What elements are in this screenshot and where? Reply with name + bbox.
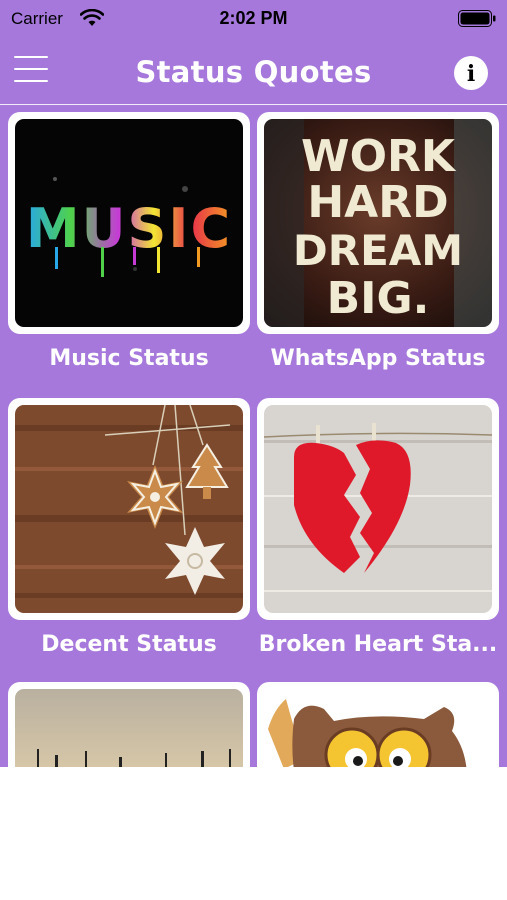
card-thumbnail bbox=[8, 682, 250, 767]
nav-bar: Status Quotes i bbox=[0, 38, 507, 104]
category-label: WhatsApp Status bbox=[270, 346, 486, 371]
card-thumbnail bbox=[257, 398, 499, 620]
music-image: MUSIC bbox=[15, 119, 243, 327]
page-title: Status Quotes bbox=[135, 55, 372, 89]
category-label: Decent Status bbox=[41, 632, 217, 657]
broken-heart-image bbox=[264, 405, 492, 613]
nav-divider bbox=[0, 104, 507, 105]
category-label: Music Status bbox=[49, 346, 209, 371]
work-line: WORK bbox=[301, 131, 457, 182]
category-label: Broken Heart Sta... bbox=[258, 632, 498, 657]
blank-region bbox=[0, 767, 507, 900]
card-thumbnail: WORK HARD DREAM BIG. bbox=[257, 112, 499, 334]
cookie-ornaments-image bbox=[15, 405, 243, 613]
hard-line: HARD bbox=[307, 177, 448, 228]
info-glyph: i bbox=[467, 61, 475, 87]
owl-image bbox=[264, 689, 492, 767]
card-thumbnail: MUSIC bbox=[8, 112, 250, 334]
clock: 2:02 PM bbox=[219, 8, 288, 28]
card-thumbnail bbox=[257, 682, 499, 767]
card-thumbnail bbox=[8, 398, 250, 620]
app-screen: Carrier 2:02 PM Status Quotes i MUSIC Mu… bbox=[0, 0, 507, 767]
info-icon[interactable]: i bbox=[454, 56, 488, 90]
big-line: BIG. bbox=[327, 273, 430, 324]
status-bar: Carrier 2:02 PM bbox=[0, 0, 507, 38]
battery-icon bbox=[458, 10, 496, 27]
dream-line: DREAM bbox=[293, 226, 463, 275]
work-hard-image: WORK HARD DREAM BIG. bbox=[264, 119, 492, 327]
sunset-image bbox=[15, 689, 243, 767]
